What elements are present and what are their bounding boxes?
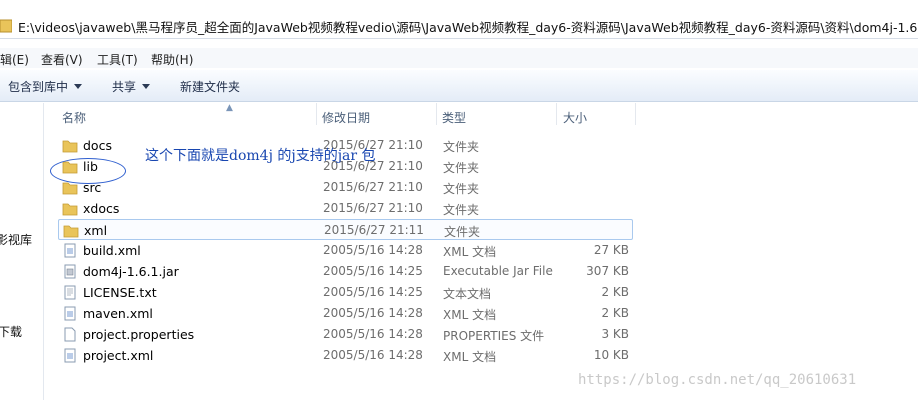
file-size: 2 KB: [601, 285, 629, 299]
include-in-library-label: 包含到库中: [8, 80, 69, 94]
column-divider[interactable]: [436, 103, 437, 125]
file-row-maven-xml[interactable]: maven.xml 2005/5/16 14:28 XML 文档 2 KB: [58, 303, 633, 324]
file-name: docs: [83, 138, 112, 153]
annotation-ellipse: [50, 158, 126, 184]
menu-help[interactable]: 帮助(H): [151, 51, 193, 68]
menu-bar: 辑(E) 查看(V) 工具(T) 帮助(H): [0, 48, 918, 68]
navigation-pane: 影视库 下载: [0, 103, 44, 400]
column-name[interactable]: 名称: [62, 109, 86, 126]
folder-icon: [0, 19, 12, 33]
watermark-text: https://blog.csdn.net/qq_20610631: [578, 372, 857, 388]
nav-item-video-library[interactable]: 影视库: [0, 231, 32, 248]
file-name: project.properties: [83, 327, 195, 342]
generic-file-icon: [64, 327, 76, 342]
menu-view[interactable]: 查看(V): [41, 51, 83, 68]
file-row-build-xml[interactable]: build.xml 2005/5/16 14:28 XML 文档 27 KB: [58, 240, 633, 261]
file-date: 2005/5/16 14:28: [323, 348, 423, 362]
file-row-xdocs[interactable]: xdocs 2015/6/27 21:10 文件夹: [58, 198, 633, 219]
nav-item-downloads[interactable]: 下载: [0, 323, 22, 340]
file-date: 2005/5/16 14:25: [323, 285, 423, 299]
file-type: 文件夹: [443, 203, 480, 217]
file-row-project-properties[interactable]: project.properties 2005/5/16 14:28 PROPE…: [58, 324, 633, 345]
file-date: 2005/5/16 14:28: [323, 327, 423, 341]
menu-tools[interactable]: 工具(T): [97, 51, 138, 68]
column-divider[interactable]: [556, 103, 557, 125]
sort-ascending-icon: ▲: [226, 103, 233, 113]
column-divider[interactable]: [635, 103, 636, 125]
file-name: maven.xml: [83, 306, 153, 321]
annotation-text: 这个下面就是dom4j 的j支持的jar 包: [145, 148, 376, 164]
file-row-xml[interactable]: xml 2015/6/27 21:11 文件夹: [58, 219, 633, 240]
share-label: 共享: [112, 80, 137, 94]
file-date: 2005/5/16 14:25: [323, 264, 423, 278]
share-button[interactable]: 共享: [112, 78, 151, 95]
address-path[interactable]: E:\videos\javaweb\黑马程序员_超全面的JavaWeb视频教程v…: [18, 17, 918, 36]
file-date: 2015/6/27 21:10: [323, 201, 423, 215]
file-name: LICENSE.txt: [83, 285, 157, 300]
xml-file-icon: [64, 306, 76, 321]
folder-icon: [62, 140, 78, 153]
file-row-project-xml[interactable]: project.xml 2005/5/16 14:28 XML 文档 10 KB: [58, 345, 633, 366]
command-toolbar: 包含到库中 共享 新建文件夹: [0, 70, 918, 102]
file-date: 2005/5/16 14:28: [323, 306, 423, 320]
column-size[interactable]: 大小: [563, 109, 587, 126]
folder-icon: [62, 203, 78, 216]
chevron-down-icon: [142, 84, 151, 89]
xml-file-icon: [64, 243, 76, 258]
file-type: 文件夹: [444, 225, 481, 239]
xml-file-icon: [64, 348, 76, 363]
file-type: XML 文档: [443, 308, 497, 322]
chevron-down-icon: [74, 84, 83, 89]
file-name: project.xml: [83, 348, 154, 363]
menu-edit[interactable]: 辑(E): [0, 51, 29, 68]
file-name: dom4j-1.6.1.jar: [83, 264, 179, 279]
file-type: PROPERTIES 文件: [443, 329, 545, 343]
file-name: xml: [84, 223, 108, 238]
text-file-icon: [64, 285, 76, 300]
new-folder-button[interactable]: 新建文件夹: [180, 78, 240, 95]
file-size: 3 KB: [601, 327, 629, 341]
jar-file-icon: [64, 264, 76, 279]
file-row-dom4j-jar[interactable]: dom4j-1.6.1.jar 2005/5/16 14:25 Executab…: [58, 261, 633, 282]
file-type: 文件夹: [443, 161, 480, 175]
file-date: 2015/6/27 21:10: [323, 180, 423, 194]
column-header: ▲ 名称 修改日期 类型 大小: [45, 103, 918, 127]
column-type[interactable]: 类型: [442, 109, 466, 126]
include-in-library-button[interactable]: 包含到库中: [8, 78, 83, 95]
file-type: XML 文档: [443, 350, 497, 364]
file-row-license-txt[interactable]: LICENSE.txt 2005/5/16 14:25 文本文档 2 KB: [58, 282, 633, 303]
file-date: 2015/6/27 21:11: [324, 223, 424, 237]
file-row-src[interactable]: src 2015/6/27 21:10 文件夹: [58, 177, 633, 198]
folder-icon: [63, 225, 79, 238]
file-name: build.xml: [83, 243, 141, 258]
column-date[interactable]: 修改日期: [322, 109, 370, 126]
file-size: 10 KB: [593, 348, 629, 362]
file-size: 27 KB: [593, 243, 629, 257]
file-type: 文件夹: [443, 182, 480, 196]
file-size: 2 KB: [601, 306, 629, 320]
file-name: xdocs: [83, 201, 120, 216]
file-size: 307 KB: [586, 264, 629, 278]
file-type: Executable Jar File: [443, 264, 553, 278]
address-bar[interactable]: E:\videos\javaweb\黑马程序员_超全面的JavaWeb视频教程v…: [0, 13, 918, 39]
file-type: 文件夹: [443, 140, 480, 154]
file-type: 文本文档: [443, 287, 492, 301]
column-divider[interactable]: [316, 103, 317, 125]
file-type: XML 文档: [443, 245, 497, 259]
file-date: 2005/5/16 14:28: [323, 243, 423, 257]
